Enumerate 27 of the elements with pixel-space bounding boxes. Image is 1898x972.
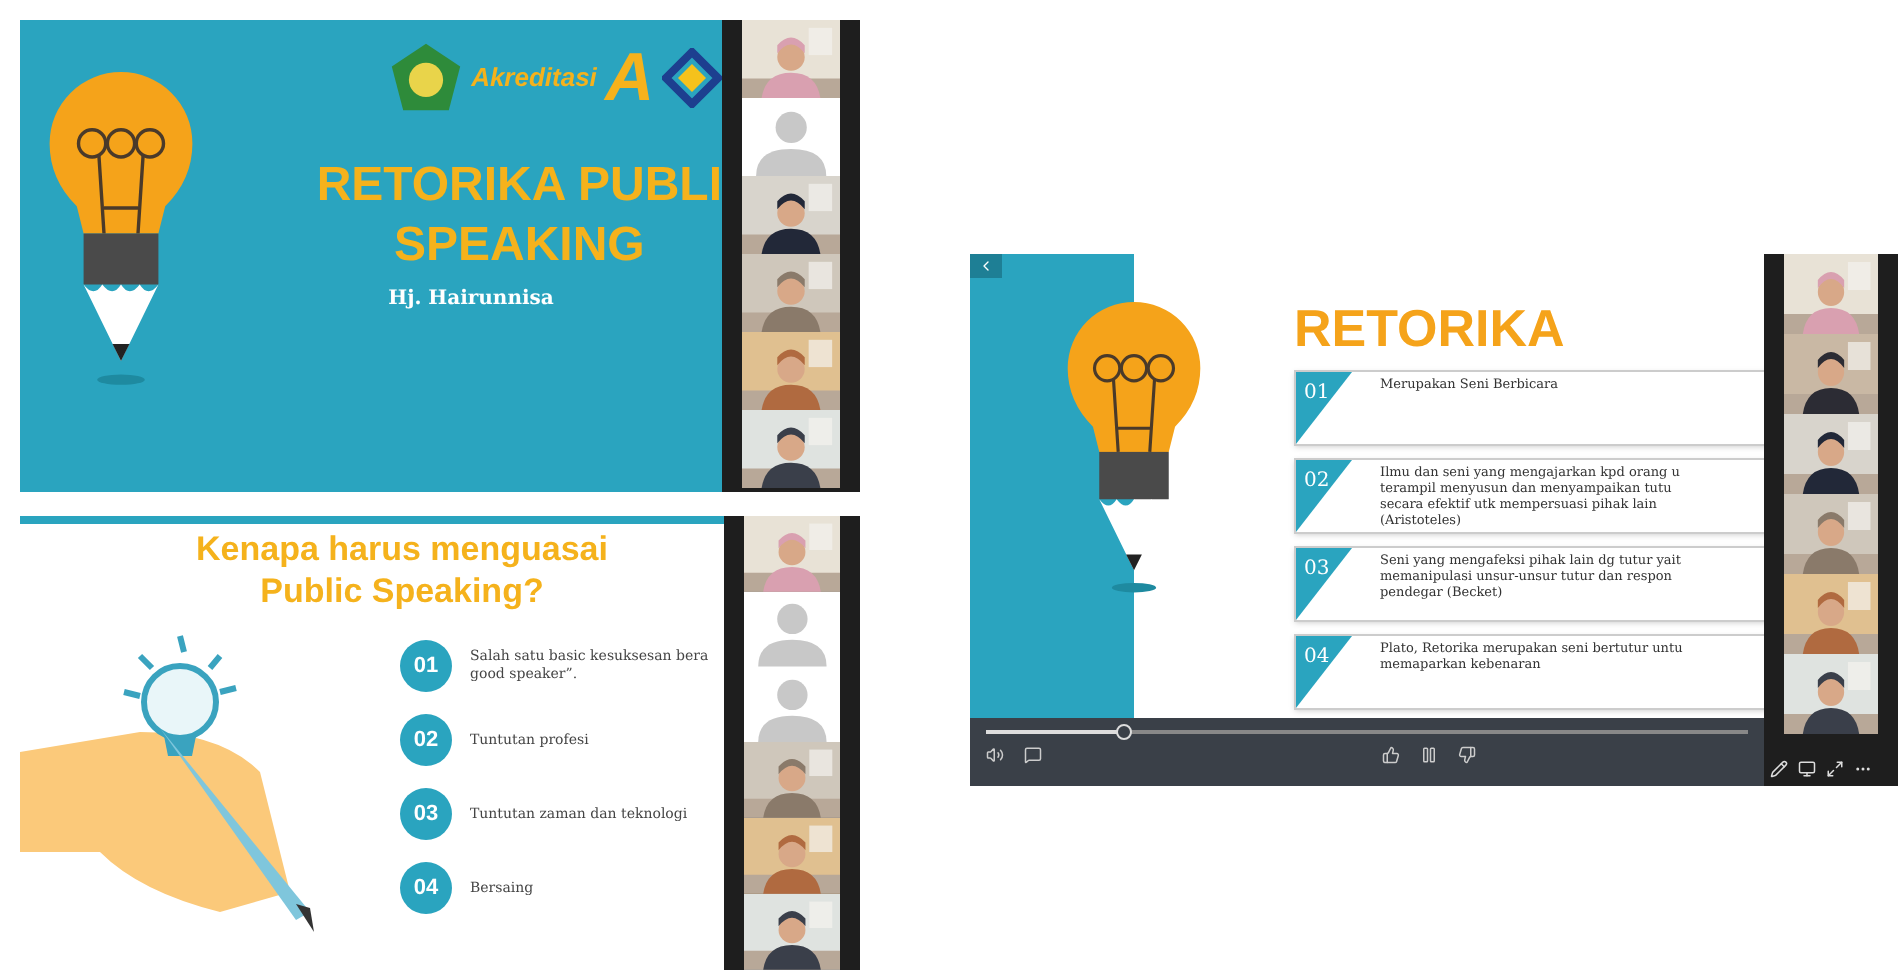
number-badge: 01 [400,640,452,692]
thumbs-down-icon[interactable] [1458,746,1476,764]
logo-text: Akreditasi [471,60,597,97]
volume-icon[interactable] [986,746,1004,764]
number-badge: 04 [400,862,452,914]
point-number: 03 [1304,556,1330,584]
pen-icon[interactable] [1770,760,1788,778]
logo-letter: A [604,44,654,112]
slide-title: SPEAKING [393,216,645,276]
slide-title: Public Speaking? [260,570,544,612]
expand-icon[interactable] [1826,760,1844,778]
presenter-name: Hj. Hairunnisa [388,286,554,314]
emblem-icon [387,40,464,116]
thumbs-up-icon[interactable] [1382,746,1400,764]
slide-title: Kenapa harus menguasai [196,528,608,570]
diamond-logo-icon [662,48,722,108]
point-number: 04 [1304,644,1330,672]
slide-title: RETORIKA PUBLI [316,156,722,216]
number-badge: 03 [400,788,452,840]
slide-title: RETORIKA [1294,298,1567,358]
pause-icon[interactable] [1420,746,1438,764]
number-badge: 02 [400,714,452,766]
point-number: 02 [1304,468,1330,496]
screen-icon[interactable] [1798,760,1816,778]
point-number: 01 [1304,380,1330,408]
back-icon [978,258,994,274]
caption-icon[interactable] [1024,746,1042,764]
